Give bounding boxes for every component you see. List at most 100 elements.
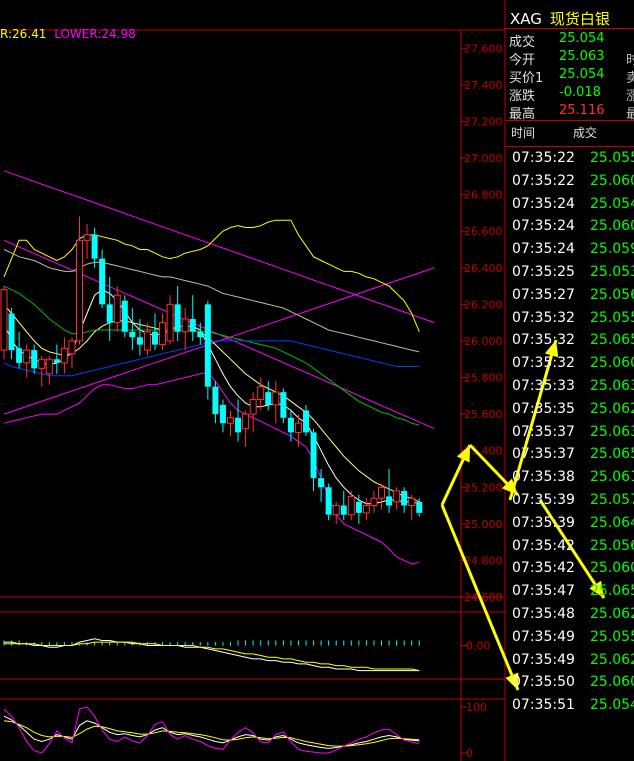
candle-body-24: [181, 318, 189, 333]
tick-time: 07:35:22: [512, 172, 575, 189]
tick-row: 07:35:32 25.060: [510, 355, 634, 377]
tick-row: 07:35:25 25.053: [510, 264, 634, 286]
price-tick-label-7: 26.200: [464, 298, 503, 311]
candle-body-1: [8, 313, 15, 351]
tick-time: 07:35:25: [512, 264, 575, 280]
tick-row: 07:35:35 25.062: [510, 401, 634, 423]
tick-row: 07:35:37 25.063: [510, 424, 634, 446]
tick-row: 07:35:47 25.065: [510, 583, 634, 605]
candle-body-33: [249, 398, 257, 415]
quote-cut-label: 涨: [626, 89, 634, 104]
trendlines: [3, 170, 435, 430]
tick-price: 25.059: [590, 241, 634, 258]
quote-panel: XAG 现货白银 成交 25.054 今开 25.063 时买价1 25.054 卖涨跌 -0.…: [505, 0, 634, 761]
tick-time: 07:35:42: [512, 560, 575, 577]
macd-panel: 0.00: [3, 638, 491, 672]
kdj-tick-label-0: 100: [466, 701, 487, 714]
trendline-1: [3, 170, 435, 324]
tick-price: 25.065: [590, 446, 634, 463]
tick-price: 25.055: [590, 628, 634, 645]
tick-time: 07:35:33: [512, 378, 575, 394]
candle-body-15: [113, 294, 121, 324]
tick-row: 07:35:37 25.065: [510, 446, 634, 468]
candle-body-3: [23, 349, 31, 364]
tick-price: 25.055: [590, 150, 634, 166]
ticks-divider: [505, 120, 634, 121]
candle-body-46: [347, 495, 355, 516]
overlay-ma_mid: [3, 304, 420, 503]
tick-time: 07:35:24: [512, 241, 575, 258]
tick-time: 07:35:32: [512, 355, 575, 372]
tick-row: 07:35:24 25.054: [510, 196, 634, 218]
tick-row: 07:35:24 25.059: [510, 241, 634, 263]
quote-label: 今开: [509, 53, 536, 68]
candle-body-10: [76, 239, 83, 342]
overlay-boll_mid: [3, 249, 420, 353]
tick-row: 07:35:38 25.061: [510, 469, 634, 491]
price-tick-label-8: 26.000: [464, 335, 503, 348]
candle-body-42: [318, 478, 325, 488]
candle-body-0: [0, 289, 8, 351]
macd-tick-label-0: 0.00: [466, 640, 491, 653]
tick-time: 07:35:50: [512, 674, 575, 691]
tick-price: 25.060: [590, 218, 634, 235]
price-tick-label-1: 27.400: [464, 79, 503, 92]
price-tick-label-3: 27.000: [464, 152, 503, 165]
tick-time: 07:35:32: [512, 332, 575, 349]
tick-row: 07:35:51 25.054: [510, 697, 634, 719]
quote-label: 买价1: [509, 71, 544, 86]
quote-value: -0.018: [559, 85, 601, 100]
tick-row: 07:35:39 25.064: [510, 515, 634, 537]
candle-body-55: [416, 501, 423, 513]
candle-body-47: [355, 501, 362, 513]
tick-time: 07:35:47: [512, 583, 575, 600]
ticks-header-price: 成交: [573, 126, 598, 140]
tick-row: 07:35:24 25.060: [510, 218, 634, 240]
instrument-title: XAG 现货白银: [510, 8, 618, 29]
price-tick-label-0: 27.600: [464, 42, 503, 55]
tick-time: 07:35:48: [512, 606, 575, 622]
tick-price: 25.054: [590, 697, 634, 714]
candle-body-52: [393, 490, 401, 503]
tick-row: 07:35:32 25.055: [510, 310, 634, 332]
candle-body-12: [91, 234, 98, 259]
macd-dea-line: [4, 641, 420, 672]
candle-body-9: [68, 340, 76, 355]
kdj-panel: 100 0: [3, 701, 487, 760]
tick-time: 07:35:49: [512, 651, 575, 668]
macd-dif-line: [4, 638, 420, 672]
tick-row: 07:35:32 25.065: [510, 332, 634, 354]
tick-time: 07:35:37: [512, 446, 575, 463]
tick-price: 25.065: [590, 583, 634, 600]
candle-body-40: [303, 410, 309, 433]
tick-time: 07:35:27: [512, 286, 575, 303]
tick-price: 25.062: [590, 400, 634, 417]
tick-time: 07:35:22: [512, 150, 575, 166]
candle-body-54: [408, 497, 416, 507]
candle-body-23: [174, 304, 181, 332]
tick-row: 07:35:22 25.055: [510, 150, 634, 172]
candle-body-13: [99, 258, 106, 305]
tick-row: 07:35:27 25.056: [510, 287, 634, 309]
tick-price: 25.060: [590, 355, 634, 372]
price-tick-label-14: 24.800: [464, 554, 503, 567]
tick-row: 07:35:49 25.062: [510, 652, 634, 674]
candle-body-43: [325, 487, 332, 515]
tick-row: 07:35:49 25.055: [510, 629, 634, 651]
candle-body-17: [129, 331, 136, 338]
quote-divider: [505, 28, 634, 29]
candle-body-20: [152, 331, 158, 345]
tick-price: 25.060: [590, 560, 634, 577]
candle-body-8: [60, 347, 68, 364]
candle-body-50: [378, 486, 385, 499]
candle-body-51: [386, 496, 393, 506]
candle-body-6: [45, 358, 53, 375]
tick-price: 25.062: [590, 606, 634, 622]
price-tick-label-12: 25.200: [464, 481, 503, 494]
candle-body-11: [83, 234, 91, 241]
candle-body-18: [136, 337, 143, 345]
tick-price: 25.060: [590, 674, 634, 691]
tick-price: 25.062: [590, 651, 634, 668]
candle-body-5: [38, 358, 46, 369]
instrument-name: 现货白银: [549, 10, 610, 28]
